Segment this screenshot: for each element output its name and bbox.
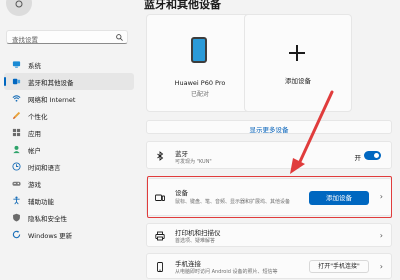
sidebar-item-label: 个性化 — [28, 113, 48, 121]
phone-link-icon — [157, 262, 163, 272]
plus-icon — [289, 45, 305, 61]
apps-icon — [12, 128, 21, 137]
accessibility-icon — [13, 196, 20, 205]
devices-icon — [155, 194, 165, 201]
sidebar-nav: 系统 蓝牙和其他设备 网络和 Internet 个性化 应用 帐户 时间和语言 — [0, 56, 138, 243]
chevron-right-icon[interactable]: › — [380, 192, 383, 201]
devices-title: 设备 — [175, 189, 188, 197]
add-device-button[interactable]: 添加设备 — [309, 191, 369, 205]
sidebar-item-label: 帐户 — [28, 147, 41, 155]
sidebar-item-label: 应用 — [28, 130, 41, 138]
sidebar-item-personalization[interactable]: 个性化 — [4, 107, 134, 124]
page-title: 蓝牙和其他设备 — [144, 0, 221, 11]
phone-icon — [191, 37, 207, 63]
bluetooth-title: 蓝牙 — [175, 150, 188, 158]
devices-row[interactable]: 设备 鼠标、键盘、笔、音频、显示器和扩展坞、其他设备 添加设备 › — [146, 178, 392, 216]
bluetooth-toggle-label: 开 — [354, 154, 362, 162]
sidebar-item-apps[interactable]: 应用 — [4, 124, 134, 141]
open-phone-link-button[interactable]: 打开"手机连接" — [309, 260, 369, 273]
sidebar-item-label: 辅助功能 — [28, 198, 54, 206]
bluetooth-subtitle: 可发现为 "KUN" — [175, 159, 212, 165]
sidebar-item-accounts[interactable]: 帐户 — [4, 141, 134, 158]
brush-icon — [12, 111, 21, 120]
sidebar-item-bluetooth-devices[interactable]: 蓝牙和其他设备 — [4, 73, 134, 90]
sidebar-item-label: 系统 — [28, 62, 41, 70]
update-icon — [12, 230, 21, 239]
printers-subtitle: 首选项、疑难解答 — [175, 238, 216, 244]
printer-icon — [155, 231, 165, 241]
sidebar-item-time-language[interactable]: 时间和语言 — [4, 158, 134, 175]
sidebar-item-privacy[interactable]: 隐私和安全性 — [4, 209, 134, 226]
search-placeholder: 查找设置 — [12, 36, 38, 44]
device-card-huawei[interactable]: Huawei P60 Pro 已配对 — [146, 14, 254, 112]
shield-icon — [13, 213, 20, 222]
user-icon — [15, 0, 23, 8]
chevron-right-icon[interactable]: › — [380, 231, 383, 240]
device-status: 已配对 — [190, 91, 209, 98]
device-name: Huawei P60 Pro — [174, 79, 226, 87]
phone-link-title: 手机连接 — [175, 260, 201, 268]
search-input[interactable]: 查找设置 — [6, 30, 128, 44]
sidebar-item-accessibility[interactable]: 辅助功能 — [4, 192, 134, 209]
add-device-card[interactable]: 添加设备 — [244, 14, 352, 112]
sidebar-item-label: 蓝牙和其他设备 — [28, 79, 74, 87]
sidebar-item-label: 时间和语言 — [28, 164, 61, 172]
sidebar-item-label: 网络和 Internet — [28, 96, 76, 104]
clock-language-icon — [12, 162, 21, 171]
sidebar: 查找设置 系统 蓝牙和其他设备 网络和 Internet 个性化 应用 帐户 时… — [0, 0, 138, 280]
printers-row[interactable]: 打印机和扫描仪 首选项、疑难解答 › — [146, 223, 392, 247]
printers-title: 打印机和扫描仪 — [175, 229, 221, 237]
bluetooth-icon — [157, 151, 164, 161]
sidebar-item-network[interactable]: 网络和 Internet — [4, 90, 134, 107]
add-device-label: 添加设备 — [285, 77, 311, 85]
network-icon — [12, 95, 21, 102]
phone-link-subtitle: 从电脑即时访问 Android 设备的照片、短信等 — [175, 269, 278, 275]
sidebar-item-gaming[interactable]: 游戏 — [4, 175, 134, 192]
sidebar-item-label: 游戏 — [28, 181, 41, 189]
show-more-label: 显示更多设备 — [249, 126, 289, 134]
account-icon — [13, 145, 20, 154]
chevron-right-icon[interactable]: › — [380, 262, 383, 271]
devices-subtitle: 鼠标、键盘、笔、音频、显示器和扩展坞、其他设备 — [175, 199, 291, 205]
bluetooth-toggle[interactable] — [364, 151, 381, 160]
bluetooth-devices-icon — [12, 78, 21, 85]
avatar[interactable] — [6, 0, 32, 16]
gamepad-icon — [12, 181, 21, 186]
monitor-icon — [12, 61, 21, 68]
sidebar-item-label: 隐私和安全性 — [28, 215, 67, 223]
sidebar-item-windows-update[interactable]: Windows 更新 — [4, 226, 134, 243]
phone-link-row[interactable]: 手机连接 从电脑即时访问 Android 设备的照片、短信等 打开"手机连接" … — [146, 253, 392, 279]
sidebar-item-system[interactable]: 系统 — [4, 56, 134, 73]
search-icon[interactable] — [116, 34, 123, 41]
sidebar-item-label: Windows 更新 — [28, 232, 73, 240]
show-more-devices-button[interactable]: 显示更多设备 — [146, 120, 392, 134]
bluetooth-row: 蓝牙 可发现为 "KUN" 开 — [146, 141, 392, 169]
